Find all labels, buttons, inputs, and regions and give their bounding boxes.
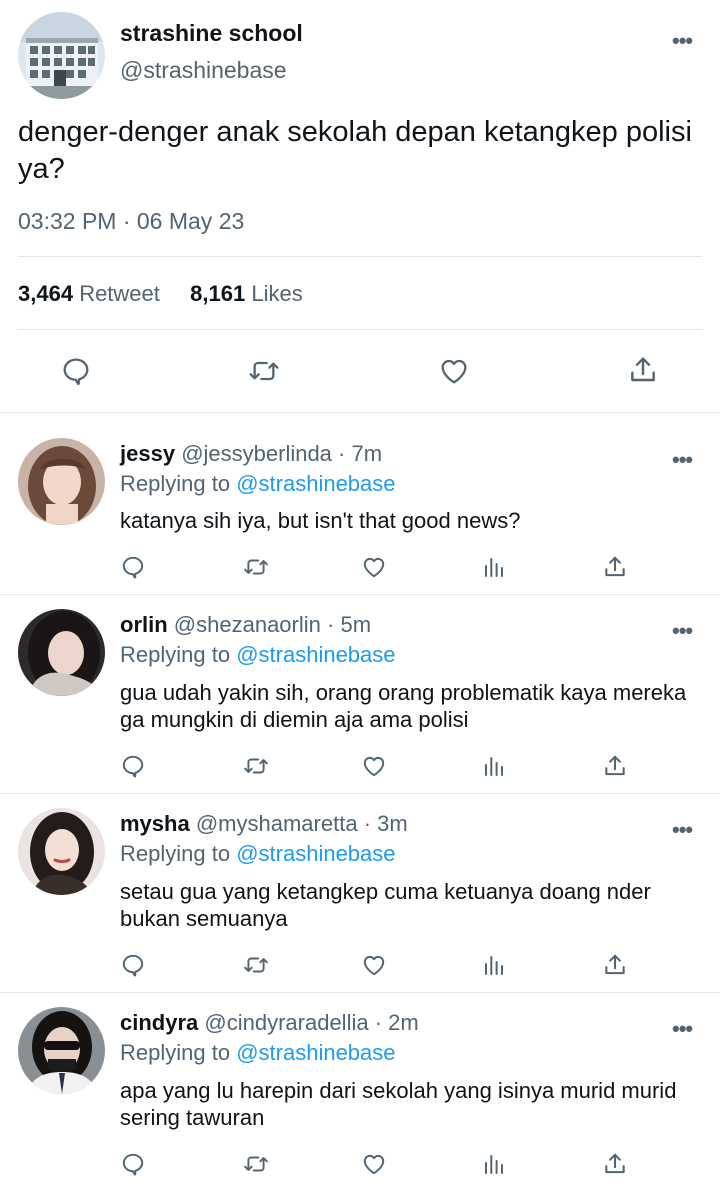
reply-author-handle[interactable]: @shezanaorlin xyxy=(174,612,321,637)
reply-tweet[interactable]: jessy @jessyberlinda · 7m ••• Replying t… xyxy=(0,412,720,594)
replying-to-label: Replying to xyxy=(120,471,231,496)
heart-icon[interactable] xyxy=(437,355,471,387)
main-tweet: strashine school @strashinebase ••• deng… xyxy=(0,0,720,412)
school-building-avatar[interactable] xyxy=(18,12,105,99)
avatar[interactable] xyxy=(18,808,105,895)
avatar[interactable] xyxy=(18,438,105,525)
more-dots-icon[interactable]: ••• xyxy=(672,819,693,841)
replying-to-mention[interactable]: @strashinebase xyxy=(236,642,395,667)
replying-to: Replying to @strashinebase xyxy=(120,1040,396,1066)
divider xyxy=(18,329,702,330)
replying-to-label: Replying to xyxy=(120,1040,231,1065)
replying-to-label: Replying to xyxy=(120,841,231,866)
more-dots-icon[interactable]: ••• xyxy=(672,30,693,52)
share-upload-icon[interactable] xyxy=(602,553,628,581)
replying-to-mention[interactable]: @strashinebase xyxy=(236,1040,395,1065)
reply-time: · 7m xyxy=(338,441,383,466)
reply-author-name[interactable]: orlin xyxy=(120,612,168,637)
reply-author-name[interactable]: mysha xyxy=(120,811,190,836)
bar-chart-icon[interactable] xyxy=(482,554,506,580)
reply-author-handle[interactable]: @cindyraradellia xyxy=(204,1010,368,1035)
retweet-icon[interactable] xyxy=(242,1151,270,1177)
share-upload-icon[interactable] xyxy=(602,752,628,780)
more-dots-icon[interactable]: ••• xyxy=(672,1018,693,1040)
like-count[interactable]: 8,161 xyxy=(190,281,245,306)
reply-header: orlin @shezanaorlin · 5m xyxy=(120,612,371,638)
replying-to: Replying to @strashinebase xyxy=(120,841,396,867)
replying-to: Replying to @strashinebase xyxy=(120,471,396,497)
tweet-stats: 3,464 Retweet 8,161 Likes xyxy=(18,281,303,307)
reply-text: gua udah yakin sih, orang orang problema… xyxy=(120,680,687,732)
author-display-name[interactable]: strashine school xyxy=(120,20,303,47)
bar-chart-icon[interactable] xyxy=(482,753,506,779)
reply-author-handle[interactable]: @myshamaretta xyxy=(196,811,358,836)
share-upload-icon[interactable] xyxy=(602,951,628,979)
reply-bubble-icon[interactable] xyxy=(60,355,92,387)
author-handle[interactable]: @strashinebase xyxy=(120,57,287,84)
reply-author-name[interactable]: jessy xyxy=(120,441,175,466)
avatar[interactable] xyxy=(18,1007,105,1094)
reply-tweet[interactable]: mysha @myshamaretta · 3m ••• Replying to… xyxy=(0,793,720,992)
retweet-icon[interactable] xyxy=(242,753,270,779)
replying-to-mention[interactable]: @strashinebase xyxy=(236,471,395,496)
reply-author-handle[interactable]: @jessyberlinda xyxy=(181,441,332,466)
share-upload-icon[interactable] xyxy=(602,1150,628,1178)
bar-chart-icon[interactable] xyxy=(482,952,506,978)
more-dots-icon[interactable]: ••• xyxy=(672,449,693,471)
bar-chart-icon[interactable] xyxy=(482,1151,506,1177)
avatar[interactable] xyxy=(18,609,105,696)
retweet-count[interactable]: 3,464 xyxy=(18,281,73,306)
reply-bubble-icon[interactable] xyxy=(120,753,146,779)
reply-time: · 2m xyxy=(374,1010,419,1035)
reply-bubble-icon[interactable] xyxy=(120,952,146,978)
heart-icon[interactable] xyxy=(360,554,388,580)
share-upload-icon[interactable] xyxy=(627,353,659,387)
retweet-label[interactable]: Retweet xyxy=(79,281,160,306)
heart-icon[interactable] xyxy=(360,1151,388,1177)
reply-header: mysha @myshamaretta · 3m xyxy=(120,811,408,837)
reply-text: setau gua yang ketangkep cuma ketuanya d… xyxy=(120,879,651,931)
replying-to-label: Replying to xyxy=(120,642,231,667)
replying-to-mention[interactable]: @strashinebase xyxy=(236,841,395,866)
reply-tweet[interactable]: cindyra @cindyraradellia · 2m ••• Replyi… xyxy=(0,992,720,1188)
like-label[interactable]: Likes xyxy=(251,281,302,306)
reply-bubble-icon[interactable] xyxy=(120,554,146,580)
reply-time: · 3m xyxy=(363,811,408,836)
reply-header: cindyra @cindyraradellia · 2m xyxy=(120,1010,419,1036)
reply-header: jessy @jessyberlinda · 7m xyxy=(120,441,382,467)
retweet-icon[interactable] xyxy=(242,952,270,978)
reply-time: · 5m xyxy=(327,612,372,637)
divider xyxy=(18,256,702,257)
reply-text: apa yang lu harepin dari sekolah yang is… xyxy=(120,1078,677,1130)
heart-icon[interactable] xyxy=(360,753,388,779)
replying-to: Replying to @strashinebase xyxy=(120,642,396,668)
more-dots-icon[interactable]: ••• xyxy=(672,620,693,642)
heart-icon[interactable] xyxy=(360,952,388,978)
retweet-icon[interactable] xyxy=(242,554,270,580)
reply-bubble-icon[interactable] xyxy=(120,1151,146,1177)
reply-tweet[interactable]: orlin @shezanaorlin · 5m ••• Replying to… xyxy=(0,594,720,793)
tweet-timestamp[interactable]: 03:32 PM · 06 May 23 xyxy=(18,208,244,235)
retweet-icon[interactable] xyxy=(246,355,282,387)
reply-author-name[interactable]: cindyra xyxy=(120,1010,198,1035)
reply-text: katanya sih iya, but isn't that good new… xyxy=(120,508,521,533)
tweet-text: denger-denger anak sekolah depan ketangk… xyxy=(18,116,692,185)
